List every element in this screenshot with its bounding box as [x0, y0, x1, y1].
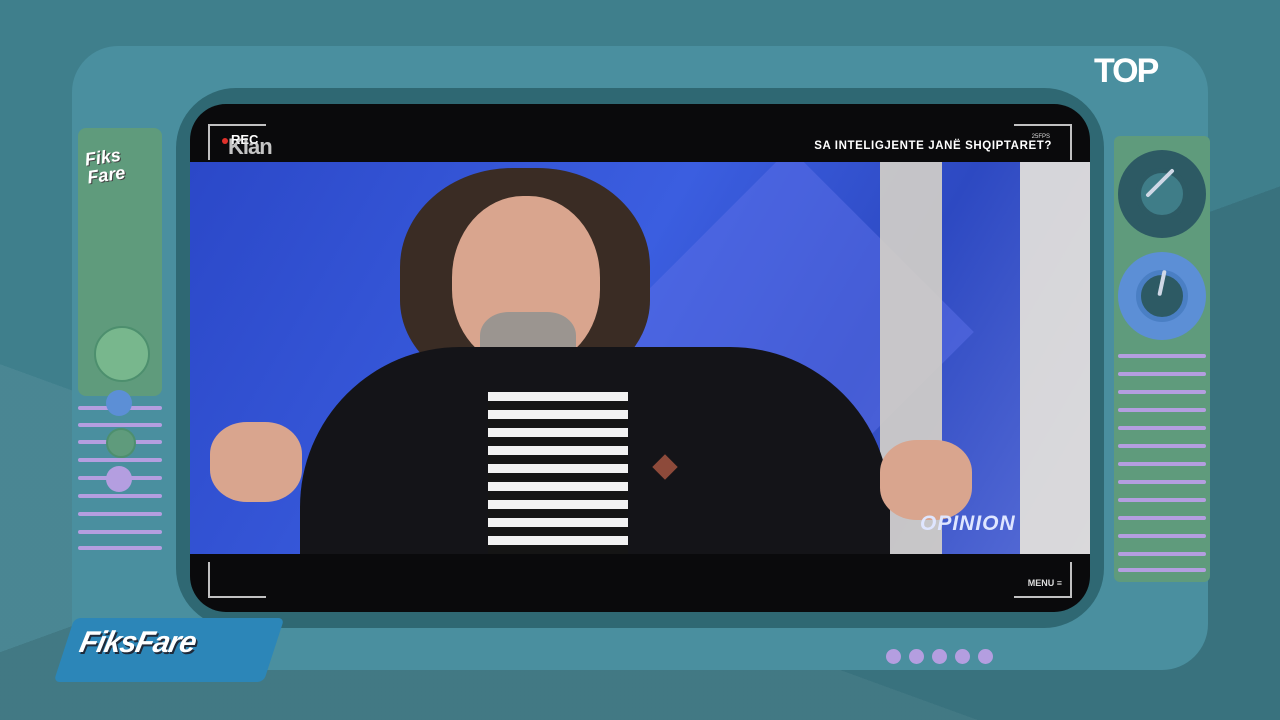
guest-left-hand [210, 422, 302, 502]
menu-label: MENU [1027, 578, 1055, 588]
left-slider-knob[interactable] [106, 428, 136, 458]
left-knob[interactable] [94, 326, 150, 382]
left-slider-line [78, 494, 162, 498]
video-frame: OPINION [190, 162, 1090, 554]
right-slider-line [1118, 372, 1206, 376]
right-slider-line [1118, 534, 1206, 538]
guest-right-hand [880, 440, 972, 520]
dial-knob[interactable] [1118, 252, 1206, 340]
mini-show-logo: Fiks Fare [84, 145, 127, 188]
network-logo: TOP [1094, 52, 1159, 90]
right-slider-line [1118, 552, 1206, 556]
left-slider-line [78, 530, 162, 534]
menu-button[interactable]: MENU ≡ [1028, 578, 1062, 588]
left-slider-line [78, 423, 162, 427]
channel-logo: Klan [228, 134, 273, 159]
right-slider-line [1118, 568, 1206, 572]
page-dot [932, 649, 947, 664]
dial-knob[interactable] [1118, 150, 1206, 238]
studio-show-logo: OPINION [920, 512, 1016, 535]
left-slider-line [78, 458, 162, 462]
right-slider-line [1118, 426, 1206, 430]
left-slider-line [78, 512, 162, 516]
show-logo: FiksFare [76, 626, 200, 659]
headline: SA INTELIGJENTE JANË SHQIPTARET? [814, 140, 1052, 152]
page-dot [978, 649, 993, 664]
right-slider-line [1118, 408, 1206, 412]
right-slider-line [1118, 498, 1206, 502]
page-dot [909, 649, 924, 664]
right-slider-line [1118, 354, 1206, 358]
right-slider-line [1118, 516, 1206, 520]
viewfinder-corner [208, 562, 266, 598]
right-slider-line [1118, 480, 1206, 484]
left-slider-line [78, 546, 162, 550]
studio-light-panel [1020, 162, 1090, 554]
right-slider-line [1118, 462, 1206, 466]
dial-face [1136, 168, 1188, 220]
right-slider-line [1118, 390, 1206, 394]
left-slider-knob[interactable] [106, 390, 132, 416]
left-slider-knob[interactable] [106, 466, 132, 492]
page-dot [955, 649, 970, 664]
tv-screen: OPINION REC Klan 25FPS SA INTELIGJENTE J… [190, 104, 1090, 612]
page-dot [886, 649, 901, 664]
menu-icon: ≡ [1056, 578, 1062, 588]
right-slider-line [1118, 444, 1206, 448]
guest-striped-shirt [488, 392, 628, 554]
